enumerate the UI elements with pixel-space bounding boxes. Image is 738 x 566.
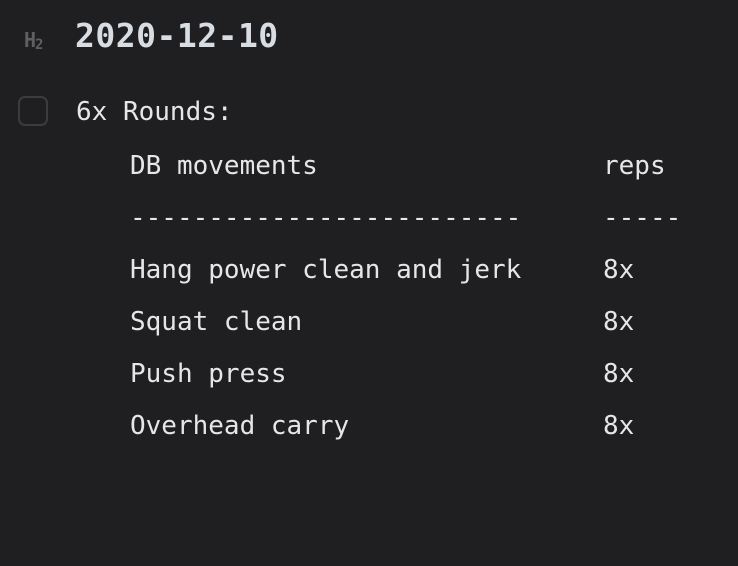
table-header-reps[interactable]: reps: [603, 146, 666, 186]
table-header-row: DB movements reps: [130, 146, 730, 198]
table-row: Hang power clean and jerk 8x: [130, 250, 730, 302]
task-label[interactable]: 6x Rounds:: [76, 95, 233, 129]
table-cell-movement[interactable]: Squat clean: [130, 302, 302, 342]
table-separator-reps[interactable]: -----: [603, 198, 681, 238]
table-cell-movement[interactable]: Hang power clean and jerk: [130, 250, 521, 290]
table-row: Push press 8x: [130, 354, 730, 406]
heading-row: H2 2020-12-10: [0, 0, 738, 72]
table-cell-reps[interactable]: 8x: [603, 406, 634, 446]
table-cell-reps[interactable]: 8x: [603, 354, 634, 394]
workout-table: DB movements reps ----------------------…: [130, 146, 730, 458]
task-item: 6x Rounds:: [0, 94, 738, 134]
table-row: Squat clean 8x: [130, 302, 730, 354]
task-checkbox[interactable]: [18, 96, 48, 126]
table-separator-row: ------------------------- -----: [130, 198, 730, 250]
table-row: Overhead carry 8x: [130, 406, 730, 458]
table-cell-reps[interactable]: 8x: [603, 302, 634, 342]
heading-title[interactable]: 2020-12-10: [75, 14, 279, 58]
table-cell-movement[interactable]: Overhead carry: [130, 406, 349, 446]
table-header-movements[interactable]: DB movements: [130, 146, 318, 186]
table-cell-movement[interactable]: Push press: [130, 354, 287, 394]
table-separator-movements[interactable]: -------------------------: [130, 198, 521, 238]
table-cell-reps[interactable]: 8x: [603, 250, 634, 290]
heading-level-marker: H2: [24, 28, 44, 53]
